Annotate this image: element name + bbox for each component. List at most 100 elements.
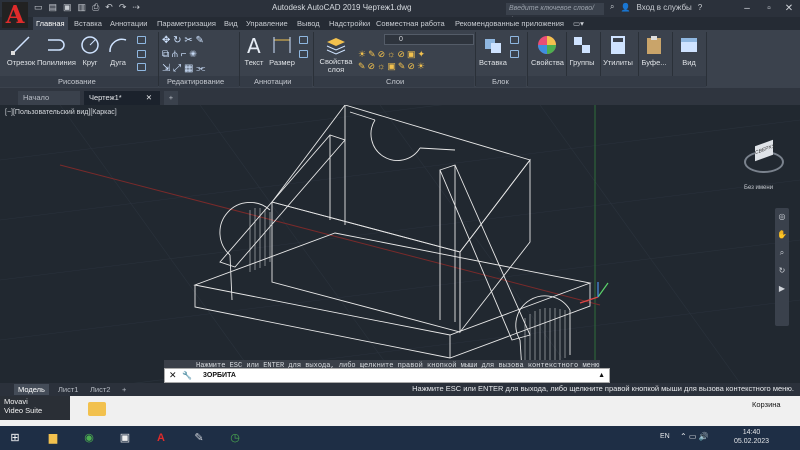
- close-button[interactable]: ✕: [778, 0, 800, 17]
- language-indicator[interactable]: EN: [660, 433, 670, 440]
- offset-icon[interactable]: ⫘: [196, 63, 205, 74]
- clock[interactable]: 14:40 05.02.2023: [734, 428, 769, 446]
- tab-annotate[interactable]: Аннотации: [107, 17, 151, 30]
- tab-collaborate[interactable]: Совместная работа: [373, 17, 448, 30]
- rotate-icon[interactable]: ↻: [173, 35, 181, 46]
- maximize-button[interactable]: ▫: [758, 0, 780, 17]
- layers-panel-label[interactable]: Слои: [386, 77, 404, 86]
- tab-parametric[interactable]: Параметризация: [154, 17, 219, 30]
- tab-manage[interactable]: Управление: [243, 17, 291, 30]
- arc-button[interactable]: Дуга: [106, 34, 130, 67]
- share-icon[interactable]: ⇢: [132, 2, 140, 13]
- fillet-icon[interactable]: ⌐: [181, 49, 187, 60]
- zoom-icon[interactable]: ⌕: [775, 244, 789, 262]
- camera-app-icon[interactable]: ▣: [114, 428, 136, 448]
- stretch-icon[interactable]: ⇲: [162, 63, 170, 74]
- annotation-panel-label[interactable]: Аннотации: [254, 77, 292, 86]
- user-icon[interactable]: 👤: [620, 3, 630, 12]
- command-line[interactable]: ✕ 🔧 3ОРБИТА ▲: [164, 368, 610, 383]
- move-icon[interactable]: ✥: [162, 35, 170, 46]
- clipboard-button[interactable]: Буфе...: [640, 34, 668, 67]
- create-block-icon[interactable]: [510, 36, 519, 44]
- utilities-button[interactable]: Утилиты: [602, 34, 634, 67]
- tab-output[interactable]: Вывод: [294, 17, 323, 30]
- chrome-icon[interactable]: ◉: [78, 428, 100, 448]
- undo-icon[interactable]: ↶: [105, 2, 113, 13]
- tab-layout1[interactable]: Лист1: [54, 384, 82, 395]
- minimize-button[interactable]: –: [736, 0, 758, 17]
- ribbon-options-icon[interactable]: ▭▾: [570, 17, 587, 30]
- pan-icon[interactable]: ✋: [775, 226, 789, 244]
- open-icon[interactable]: ▤: [49, 2, 58, 13]
- paint-icon[interactable]: ✎: [188, 428, 210, 448]
- showmotion-icon[interactable]: ▶: [775, 280, 789, 298]
- leader-icon[interactable]: [299, 36, 308, 44]
- modify-panel-label[interactable]: Редактирование: [167, 77, 224, 86]
- modify-tools[interactable]: ✥ ↻ ✂ ✎ ⧉ ⋔ ⌐ ✺ ⇲ ⤢ ▦ ⫘: [162, 34, 242, 74]
- search-input[interactable]: Введите ключевое слово/фразу: [506, 3, 604, 24]
- redo-icon[interactable]: ↷: [119, 2, 127, 13]
- tab-addins[interactable]: Надстройки: [326, 17, 373, 30]
- table-icon[interactable]: [299, 50, 308, 58]
- polyline-button[interactable]: Полилиния: [37, 34, 76, 67]
- layer-tool-icons[interactable]: ☀✎⊘☼⊘▣✦ ✎⊘☼▣✎⊘☀: [358, 48, 468, 72]
- tab-start[interactable]: Начало: [18, 91, 80, 105]
- autocad-taskbar-icon[interactable]: A: [150, 428, 172, 448]
- fullnav-wheel-icon[interactable]: ◎: [775, 208, 789, 226]
- hatch-icon[interactable]: [137, 50, 146, 58]
- close-tab-icon[interactable]: ✕: [146, 93, 152, 102]
- folder-icon[interactable]: [88, 402, 106, 416]
- mirror-icon[interactable]: ⋔: [172, 49, 178, 60]
- help-icon[interactable]: ?: [698, 3, 702, 12]
- dimension-button[interactable]: Размер: [268, 34, 296, 67]
- new-icon[interactable]: ▭: [34, 2, 43, 13]
- draw-panel-label[interactable]: Рисование: [58, 77, 96, 86]
- insert-block-button[interactable]: Вставка: [478, 34, 508, 67]
- customize-command-icon[interactable]: 🔧: [182, 369, 192, 382]
- block-panel-label[interactable]: Блок: [492, 77, 509, 86]
- array-icon[interactable]: ▦: [184, 63, 193, 74]
- line-button[interactable]: Отрезок: [6, 34, 36, 67]
- tab-featured-apps[interactable]: Рекомендованные приложения: [452, 17, 567, 30]
- new-tab-button[interactable]: +: [164, 91, 178, 105]
- edit-block-icon[interactable]: [510, 50, 519, 58]
- recorder-icon[interactable]: ◷: [224, 428, 246, 448]
- viewcube[interactable]: СВЕРХУ: [744, 139, 784, 173]
- erase-icon[interactable]: ✎: [196, 35, 204, 46]
- viewcube-wcs-label[interactable]: Без имени: [744, 185, 773, 191]
- command-history-arrow-icon[interactable]: ▲: [598, 369, 605, 382]
- search-icon[interactable]: ⌕: [610, 2, 614, 12]
- trim-icon[interactable]: ✂: [184, 35, 192, 46]
- explode-icon[interactable]: ✺: [189, 49, 197, 60]
- properties-button[interactable]: Свойства: [531, 34, 564, 67]
- copy-icon[interactable]: ⧉: [162, 49, 169, 60]
- tab-drawing1[interactable]: Чертеж1* ✕: [84, 91, 160, 105]
- close-command-icon[interactable]: ✕: [169, 369, 179, 382]
- start-button[interactable]: ⊞: [4, 428, 26, 448]
- view-button[interactable]: Вид: [675, 34, 703, 67]
- scale-icon[interactable]: ⤢: [173, 63, 181, 74]
- boundary-icon[interactable]: [137, 63, 146, 71]
- text-button[interactable]: A Текст: [242, 34, 266, 67]
- layer-properties-button[interactable]: Свойства слоя: [316, 34, 356, 74]
- save-icon[interactable]: ▣: [63, 2, 72, 13]
- tab-layout2[interactable]: Лист2: [86, 384, 114, 395]
- movavi-label[interactable]: Movavi Video Suite: [4, 397, 42, 415]
- add-layout-button[interactable]: +: [118, 384, 130, 395]
- tab-view[interactable]: Вид: [221, 17, 241, 30]
- app-menu-button[interactable]: A: [2, 2, 28, 28]
- recycle-bin-label[interactable]: Корзина: [752, 400, 781, 409]
- tab-home[interactable]: Главная: [33, 17, 68, 30]
- tab-model[interactable]: Модель: [14, 384, 49, 395]
- explorer-icon[interactable]: ▆: [42, 428, 64, 448]
- layer-dropdown[interactable]: 0: [384, 34, 474, 45]
- circle-button[interactable]: Круг: [78, 34, 102, 67]
- print-icon[interactable]: ⎙: [92, 2, 99, 13]
- orbit-icon[interactable]: ↻: [775, 262, 789, 280]
- viewport-controls-label[interactable]: [−][Пользовательский вид][Каркас]: [5, 109, 117, 116]
- rectangle-icon[interactable]: [137, 36, 146, 44]
- saveas-icon[interactable]: ▥: [78, 2, 87, 13]
- groups-button[interactable]: Группы: [568, 34, 596, 67]
- tray-icons[interactable]: ⌃ ▭ 🔊: [680, 432, 709, 441]
- tab-insert[interactable]: Вставка: [71, 17, 105, 30]
